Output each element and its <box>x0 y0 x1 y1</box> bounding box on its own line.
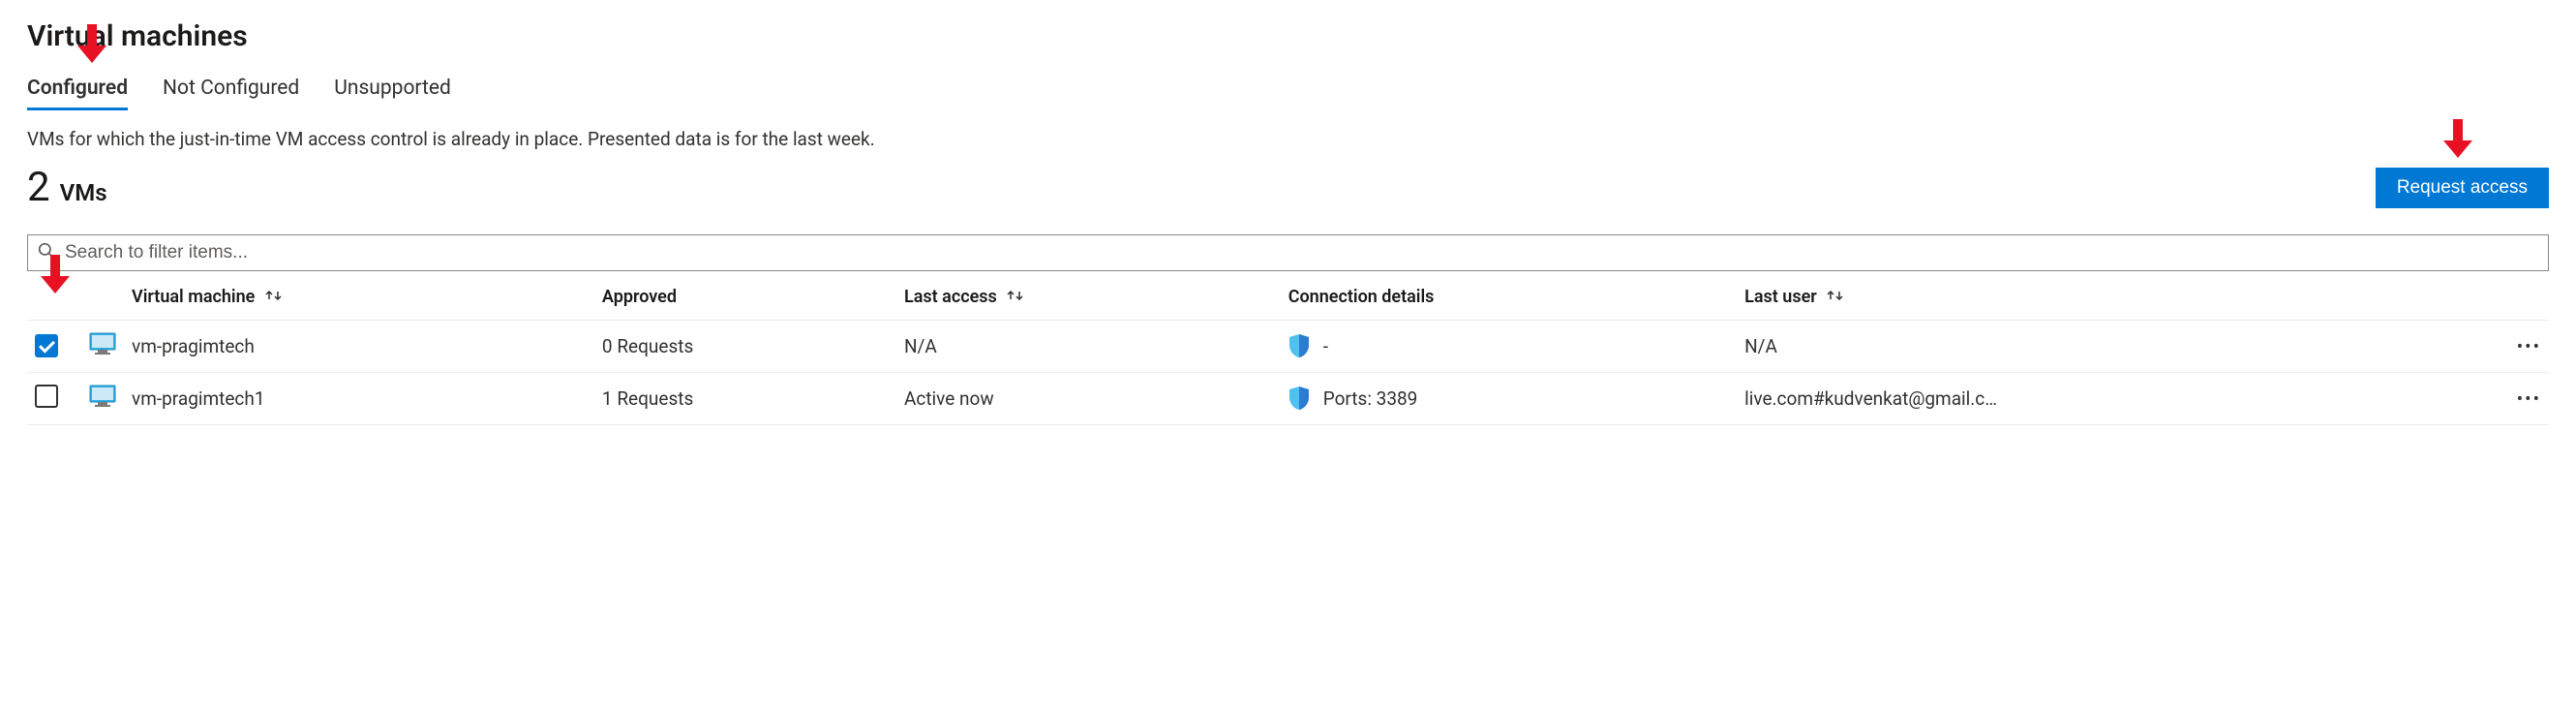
shield-icon <box>1288 386 1310 411</box>
tab-not-configured[interactable]: Not Configured <box>163 71 299 110</box>
page-title: Virtual machines <box>27 19 2549 53</box>
vm-approved: 0 Requests <box>594 320 896 372</box>
tabs: Configured Not Configured Unsupported <box>27 71 2549 110</box>
tab-description: VMs for which the just-in-time VM access… <box>27 128 2549 150</box>
vm-count-number: 2 <box>27 164 50 211</box>
column-header-last-access-label: Last access <box>904 287 997 307</box>
vm-count-label: VMs <box>60 179 107 206</box>
column-header-vm[interactable]: Virtual machine <box>124 273 594 320</box>
search-input[interactable] <box>63 241 2538 264</box>
table-row[interactable]: vm-pragimtech1 1 Requests Active now Por… <box>27 372 2549 424</box>
vm-icon <box>89 332 116 356</box>
column-header-select <box>27 273 81 320</box>
vm-connection: Ports: 3389 <box>1323 387 1418 410</box>
column-header-connection[interactable]: Connection details <box>1281 273 1737 320</box>
vm-last-user: live.com#kudvenkat@gmail.c… <box>1737 372 2495 424</box>
vm-connection: - <box>1323 335 1328 357</box>
shield-icon <box>1288 333 1310 358</box>
vm-last-access: N/A <box>896 320 1281 372</box>
vm-table: Virtual machine Approved Last access Con… <box>27 273 2549 425</box>
row-checkbox[interactable] <box>35 334 58 357</box>
vm-approved: 1 Requests <box>594 372 896 424</box>
row-more-button[interactable]: ••• <box>2495 372 2549 424</box>
search-box[interactable] <box>27 234 2549 271</box>
vm-count: 2 VMs <box>27 164 107 211</box>
vm-last-access: Active now <box>896 372 1281 424</box>
column-header-approved-label: Approved <box>602 287 677 307</box>
row-more-button[interactable]: ••• <box>2495 320 2549 372</box>
tab-unsupported[interactable]: Unsupported <box>334 71 451 110</box>
vm-last-user: N/A <box>1737 320 2495 372</box>
vm-name: vm-pragimtech1 <box>124 372 594 424</box>
sort-icon <box>265 288 283 308</box>
column-header-connection-label: Connection details <box>1288 287 1435 307</box>
column-header-vm-label: Virtual machine <box>132 287 255 307</box>
sort-icon <box>1007 288 1024 308</box>
vm-icon <box>89 385 116 408</box>
table-row[interactable]: vm-pragimtech 0 Requests N/A - N/A ••• <box>27 320 2549 372</box>
request-access-button[interactable]: Request access <box>2376 168 2549 208</box>
column-header-last-user[interactable]: Last user <box>1737 273 2495 320</box>
tab-configured[interactable]: Configured <box>27 71 128 110</box>
sort-icon <box>1827 288 1844 308</box>
vm-name: vm-pragimtech <box>124 320 594 372</box>
row-checkbox[interactable] <box>35 385 58 408</box>
search-icon <box>38 242 55 263</box>
column-header-last-user-label: Last user <box>1744 287 1817 307</box>
column-header-approved[interactable]: Approved <box>594 273 896 320</box>
column-header-last-access[interactable]: Last access <box>896 273 1281 320</box>
